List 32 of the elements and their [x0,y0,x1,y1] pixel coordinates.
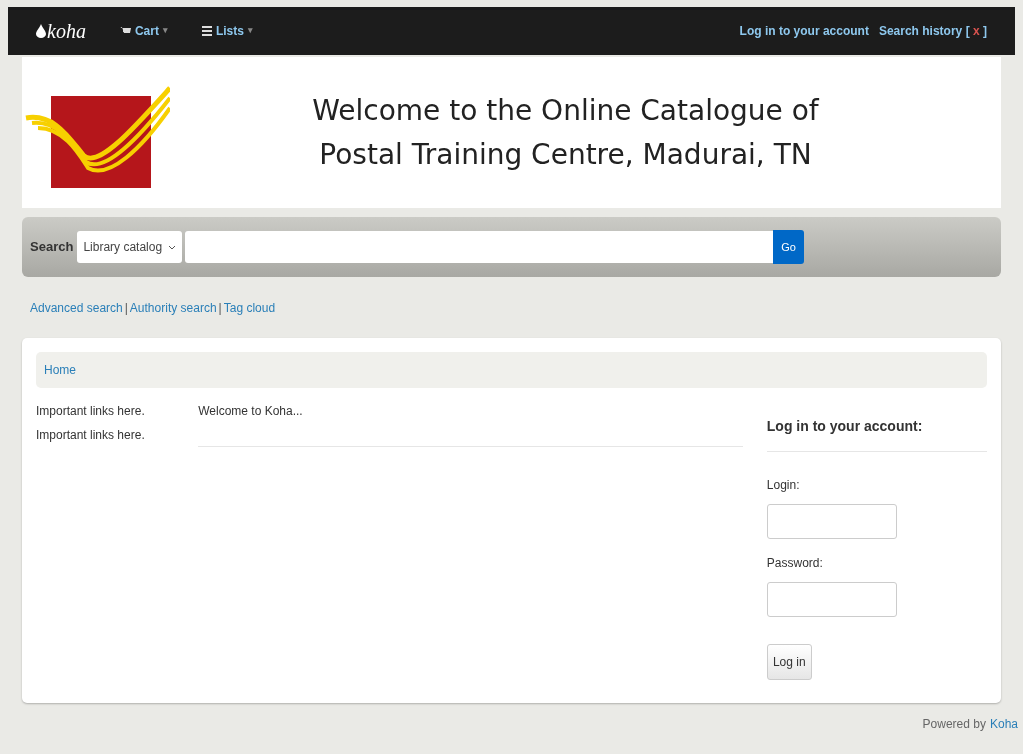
field-label: Password: [766,555,824,572]
text-field[interactable] [766,504,897,539]
news-text: Welcome to Koha... [198,402,743,447]
log-in-button[interactable]: Log in [766,644,812,680]
field-label: Login: [766,477,801,494]
link-separator: | [124,300,128,317]
go-button[interactable]: Go [773,230,805,264]
catalogue-title: Welcome to the Online Catalogue of [312,92,819,129]
list-icon [201,26,212,36]
search-link[interactable]: Authority search [129,299,217,317]
login-link[interactable]: Log in to your account [739,22,869,40]
cart-icon [119,26,131,36]
catalogue-title: Postal Training Centre, Madurai, TN [319,136,812,173]
search-link[interactable]: Tag cloud [223,299,276,317]
search-history-link[interactable]: Search history [ x ] [878,22,987,40]
search-label: Search [30,238,74,257]
sidebar-text: Important links here. [36,403,146,420]
koha-link[interactable]: Koha [989,715,1018,733]
nav-menu[interactable]: Cart ▾ [119,22,168,40]
nav-menu[interactable]: Lists ▾ [201,22,253,40]
search-scope-select[interactable]: Library catalog [77,231,183,263]
search-link[interactable]: Advanced search [30,299,123,317]
chevron-down-icon [168,244,177,250]
link-separator: | [218,300,222,317]
footer-text: Powered by [922,716,986,733]
text-field[interactable] [766,582,897,617]
login-heading: Log in to your account: [766,416,987,452]
brand-logo[interactable]: koha [36,16,86,46]
search-field[interactable] [185,231,774,263]
sidebar-text: Important links here. [36,427,146,444]
breadcrumb-link[interactable]: Home [44,361,76,379]
drop-icon [36,24,46,38]
